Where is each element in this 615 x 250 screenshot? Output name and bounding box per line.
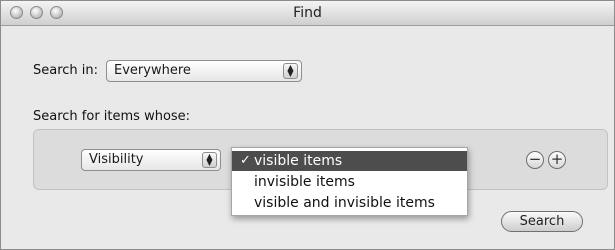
find-window: Find Search in: Everywhere ▲ ▼ Search for… bbox=[0, 0, 615, 250]
attribute-value: Visibility bbox=[89, 152, 144, 167]
window-title: Find bbox=[293, 5, 322, 21]
visibility-dropdown-menu: ✓ visible items invisible items visible … bbox=[231, 147, 468, 216]
attribute-popup[interactable]: Visibility ▲ ▼ bbox=[81, 149, 221, 171]
checkmark-icon: ✓ bbox=[240, 153, 251, 168]
search-in-value: Everywhere bbox=[114, 63, 191, 78]
add-criterion-button[interactable]: + bbox=[548, 151, 566, 169]
menu-item-label: invisible items bbox=[254, 174, 355, 190]
search-button[interactable]: Search bbox=[501, 211, 583, 232]
menu-item-label: visible and invisible items bbox=[254, 195, 435, 211]
menu-item-label: visible items bbox=[254, 153, 343, 169]
search-in-label: Search in: bbox=[33, 63, 99, 78]
menu-item-invisible-items[interactable]: invisible items bbox=[232, 172, 467, 192]
menu-item-visible-items[interactable]: ✓ visible items bbox=[232, 151, 467, 171]
remove-criterion-button[interactable]: − bbox=[526, 151, 544, 169]
title-bar[interactable]: Find bbox=[1, 1, 614, 26]
criteria-label: Search for items whose: bbox=[33, 109, 191, 124]
search-in-popup[interactable]: Everywhere ▲ ▼ bbox=[106, 60, 302, 82]
menu-item-visible-and-invisible-items[interactable]: visible and invisible items bbox=[232, 193, 467, 213]
updown-arrows-icon: ▲ ▼ bbox=[202, 152, 217, 168]
updown-arrows-icon: ▲ ▼ bbox=[283, 63, 298, 79]
